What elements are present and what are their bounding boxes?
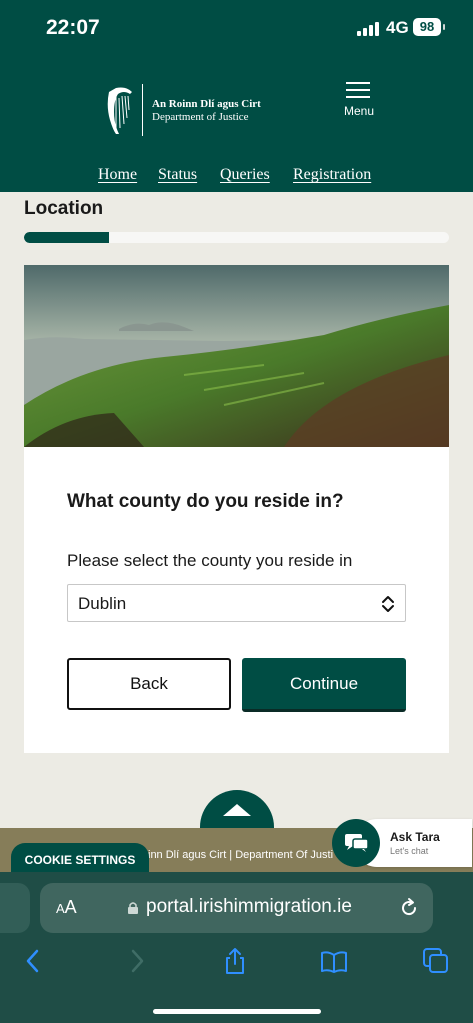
network-type: 4G [386,18,409,37]
harp-logo-icon[interactable] [104,86,134,136]
lock-icon [128,902,138,914]
nav-queries[interactable]: Queries [220,166,270,184]
chat-bubble-icon[interactable] [332,819,380,867]
share-icon[interactable] [221,947,249,975]
department-name-english: Department of Justice [152,111,249,123]
arrow-up-icon [223,804,251,816]
previous-tab[interactable] [0,883,30,933]
address-bar[interactable]: AA portal.irishimmigration.ie [40,883,433,933]
nav-home[interactable]: Home [98,166,137,184]
county-select-value: Dublin [78,594,127,613]
chevron-up-down-icon [382,596,394,612]
progress-bar [24,232,449,243]
forward-arrow-icon[interactable] [122,947,150,975]
nav-status[interactable]: Status [158,166,197,184]
hamburger-icon [346,82,370,103]
county-select[interactable]: Dublin [67,584,406,622]
chat-subtitle: Let's chat [390,846,429,856]
bookmarks-icon[interactable] [320,947,348,975]
department-name-irish: An Roinn Dlí agus Cirt [152,98,261,110]
footer-text: inn Dlí agus Cirt | Department Of Justi [148,849,334,861]
chat-title: Ask Tara [390,830,440,844]
text-size-button[interactable]: AA [56,897,77,918]
county-select-label: Please select the county you reside in [67,551,353,570]
logo-divider [142,84,143,136]
status-time: 22:07 [46,16,100,39]
progress-fill [24,232,109,243]
back-arrow-icon[interactable] [20,947,48,975]
status-bar: 22:07 4G 98 [0,0,473,54]
signal-icon [357,20,381,36]
site-header: 22:07 4G 98 An Roinn Dlí agus Cirt Depar… [0,0,473,192]
url-text: portal.irishimmigration.ie [146,896,352,917]
tabs-icon[interactable] [422,947,450,975]
home-indicator [153,1009,321,1014]
landscape-image [24,265,449,447]
battery-icon: 98 [413,18,445,36]
nav-registration[interactable]: Registration [293,166,371,184]
back-to-top-button[interactable] [200,790,274,830]
back-button[interactable]: Back [67,658,231,710]
browser-toolbar [0,947,473,977]
reload-icon[interactable] [398,897,420,919]
form-card: What county do you reside in? Please sel… [24,265,449,753]
menu-label: Menu [343,104,375,118]
browser-chrome: AA portal.irishimmigration.ie [0,872,473,1023]
menu-button[interactable]: Menu [340,80,378,120]
continue-button[interactable]: Continue [242,658,406,712]
question-heading: What county do you reside in? [67,491,344,512]
page-title: Location [24,198,104,219]
